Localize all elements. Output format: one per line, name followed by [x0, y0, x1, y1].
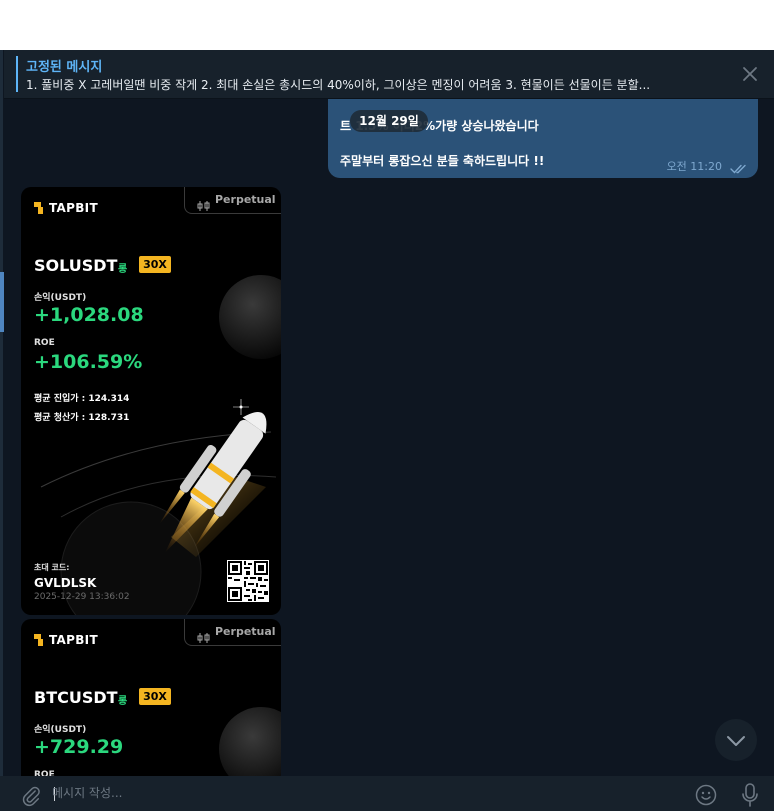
perpetual-label: Perpetual: [215, 193, 276, 206]
roe-label: ROE: [34, 338, 55, 348]
card-timestamp: 2025-12-29 13:36:02: [34, 592, 130, 602]
symbol-label: SOLUSDT: [34, 256, 118, 275]
side-label: 롱: [118, 264, 128, 275]
symbol-label: BTCUSDT: [34, 688, 118, 707]
tapbit-logo-icon: [34, 202, 46, 214]
emoji-icon[interactable]: [695, 784, 717, 810]
left-panel-edge: [0, 50, 3, 776]
tapbit-logo: TAPBIT: [34, 633, 98, 647]
tapbit-logo: TAPBIT: [34, 201, 98, 215]
pinned-message[interactable]: 고정된 메시지 1. 풀비중 X 고레버일땐 비중 작게 2. 최대 손실은 총…: [4, 50, 774, 99]
chevron-down-icon: [727, 736, 745, 746]
scroll-down-button[interactable]: [715, 719, 757, 761]
leverage-badge: 30X: [139, 256, 171, 273]
close-icon[interactable]: [740, 64, 760, 84]
pinned-title: 고정된 메시지: [26, 60, 103, 75]
pnl-value: +1,028.08: [34, 304, 144, 326]
message-input[interactable]: 메시지 작성...: [52, 782, 672, 804]
pinned-text: 1. 풀비중 X 고레버일땐 비중 작게 2. 최대 손실은 총시드의 40%이…: [26, 78, 651, 92]
attach-icon[interactable]: [20, 785, 42, 811]
trade-card-image[interactable]: TAPBIT Perpetual SOLUSDT 롱 30X 손익(USDT) …: [21, 187, 281, 615]
perpetual-tag: Perpetual: [184, 187, 281, 214]
top-blank-bar: [0, 0, 774, 50]
entry-price: 평균 진입가 : 124.314: [34, 394, 130, 404]
read-check-icon: [730, 159, 748, 178]
candlestick-icon: [197, 195, 211, 221]
brand-name: TAPBIT: [49, 201, 98, 215]
leverage-badge: 30X: [139, 688, 171, 705]
pnl-label: 손익(USDT): [34, 725, 87, 735]
qr-code: [227, 560, 269, 602]
invite-code: GVLDLSK: [34, 576, 97, 590]
perpetual-tag: Perpetual: [184, 619, 281, 646]
side-label: 롱: [118, 696, 128, 707]
candlestick-icon: [197, 627, 211, 653]
exit-price: 평균 청산가 : 128.731: [34, 413, 130, 423]
pinned-accent-bar: [16, 56, 18, 92]
brand-name: TAPBIT: [49, 633, 98, 647]
trade-card-image[interactable]: TAPBIT Perpetual BTCUSDT 롱 30X 손익(USDT) …: [21, 619, 281, 799]
message-time: 오전 11:20: [666, 160, 722, 173]
message-input-bar: 메시지 작성...: [0, 776, 774, 810]
message-line-2: 주말부터 롱잡으신 분들 축하드립니다 !!: [340, 154, 545, 168]
invite-label: 초대 코드:: [34, 563, 70, 572]
pnl-label: 손익(USDT): [34, 293, 87, 303]
left-panel-accent: [0, 272, 4, 332]
date-pill: 12월 29일: [350, 110, 428, 132]
tapbit-logo-icon: [34, 634, 46, 646]
pnl-value: +729.29: [34, 736, 124, 758]
microphone-icon[interactable]: [741, 783, 759, 811]
roe-value: +106.59%: [34, 351, 143, 373]
perpetual-label: Perpetual: [215, 625, 276, 638]
